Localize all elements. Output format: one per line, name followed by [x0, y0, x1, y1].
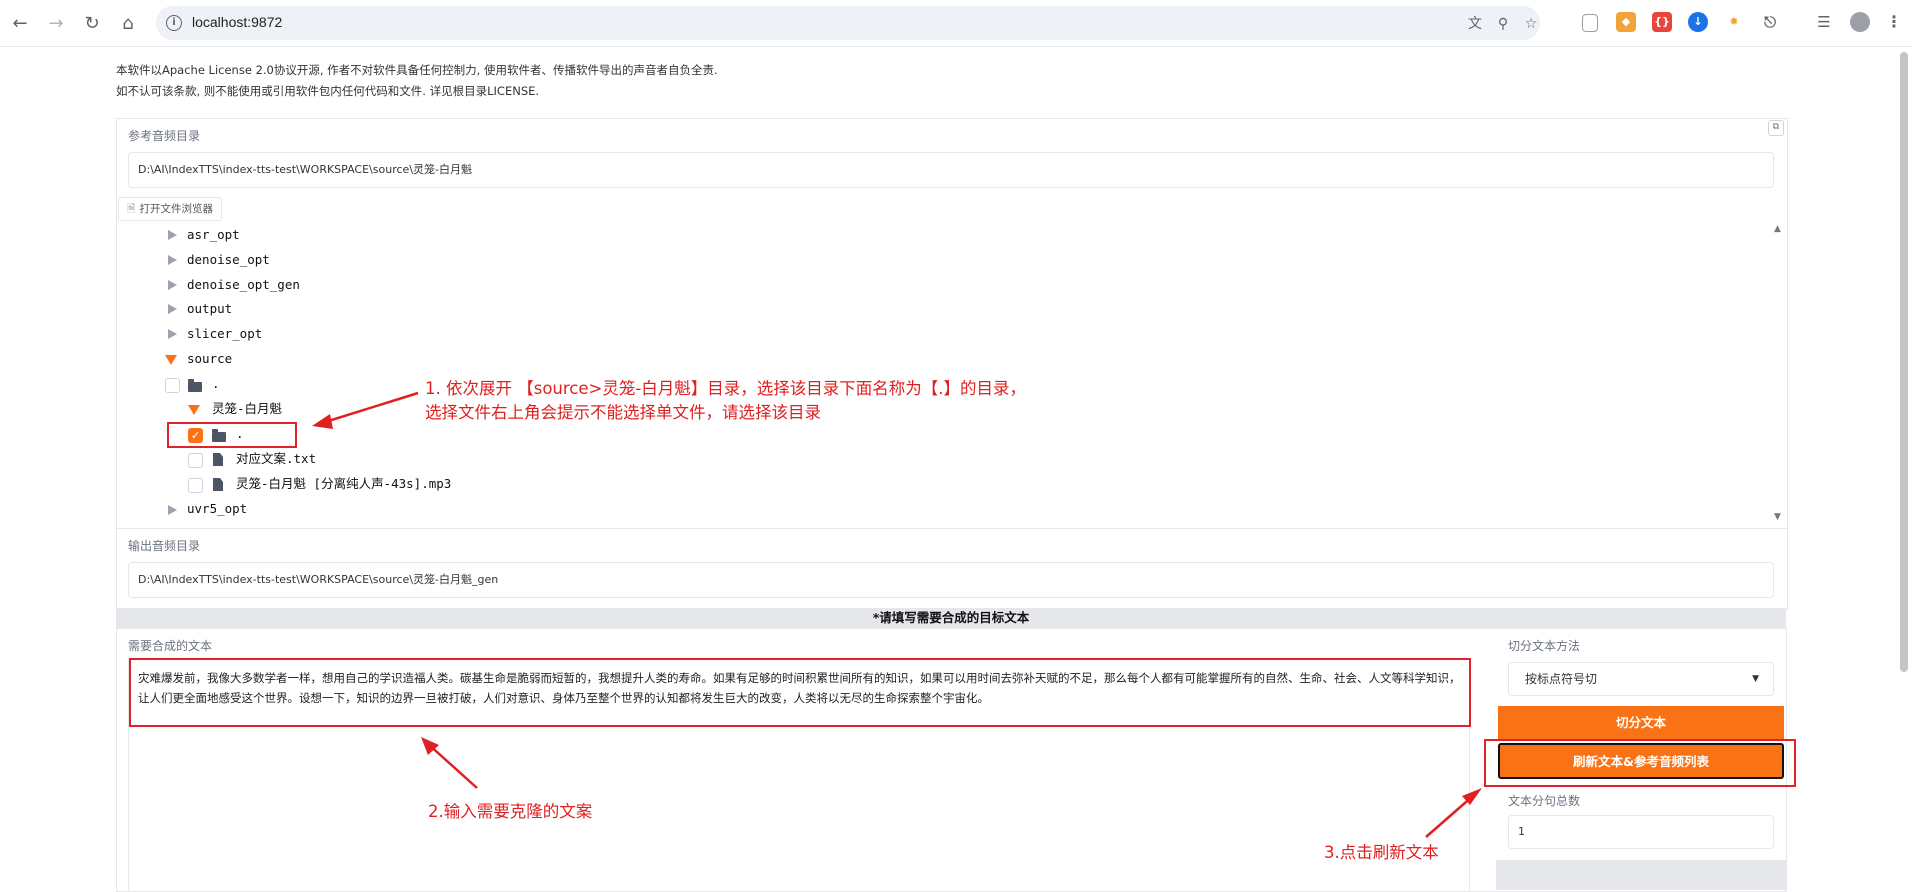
section-title: *请填写需要合成的目标文本: [116, 608, 1786, 628]
out-dir-input[interactable]: D:\AI\IndexTTS\index-tts-test\WORKSPACE\…: [128, 562, 1774, 598]
out-dir-label: 输出音频目录: [128, 539, 201, 553]
highlight-box: [129, 658, 1471, 727]
scroll-down-icon[interactable]: ▼: [1774, 512, 1781, 522]
ref-dir-label: 参考音频目录: [128, 129, 201, 143]
address-bar[interactable]: i localhost:9872 文 ⚲ ☆: [156, 6, 1540, 40]
checkbox[interactable]: [188, 478, 203, 493]
scroll-up-icon[interactable]: ▲: [1774, 224, 1781, 234]
folder-icon: [188, 379, 202, 392]
browser-toolbar: ← → ↻ ⌂ i localhost:9872 文 ⚲ ☆ ◆ {} ↓ ✸ …: [0, 0, 1912, 47]
extension-wand-icon[interactable]: ✸: [1724, 12, 1744, 32]
back-icon[interactable]: ←: [8, 11, 32, 35]
expand-arrow-icon[interactable]: [168, 255, 177, 265]
site-info-icon[interactable]: i: [166, 15, 182, 31]
annotation-3-text: 3.点击刷新文本: [1324, 843, 1439, 862]
open-file-browser-label: 打开文件浏览器: [139, 203, 213, 215]
extension-code-icon[interactable]: {}: [1652, 12, 1672, 32]
checkbox[interactable]: [165, 378, 180, 393]
split-method-label: 切分文本方法: [1508, 639, 1581, 653]
highlight-box: [1484, 739, 1796, 787]
file-icon: 🗎: [127, 203, 136, 215]
tree-item-output[interactable]: output: [187, 299, 232, 319]
tree-item-slicer-opt[interactable]: slicer_opt: [187, 324, 262, 344]
chevron-down-icon: ▼: [1752, 674, 1759, 684]
open-file-browser-button[interactable]: 🗎 打开文件浏览器: [118, 197, 222, 221]
annotation-arrow-3: [1425, 788, 1482, 838]
license-notice-line1: 本软件以Apache License 2.0协议开源, 作者不对软件具备任何控制…: [116, 63, 718, 77]
sentence-count-label: 文本分句总数: [1508, 794, 1581, 808]
split-method-select[interactable]: 按标点符号切 ▼: [1508, 662, 1774, 696]
tree-item-lingl-folder[interactable]: 灵笼-白月魁: [212, 399, 282, 419]
bookmark-star-icon[interactable]: ☆: [1522, 15, 1540, 33]
forward-icon[interactable]: →: [44, 11, 68, 35]
tree-item-denoise-opt-gen[interactable]: denoise_opt_gen: [187, 275, 300, 295]
annotation-1-line1: 1. 依次展开 【source>灵笼-白月魁】目录，选择该目录下面名称为【.】的…: [425, 379, 1027, 398]
expand-arrow-icon[interactable]: [168, 329, 177, 339]
ref-dir-input[interactable]: D:\AI\IndexTTS\index-tts-test\WORKSPACE\…: [128, 152, 1774, 188]
split-method-value: 按标点符号切: [1525, 672, 1598, 686]
expand-arrow-icon[interactable]: [168, 304, 177, 314]
home-icon[interactable]: ⌂: [116, 11, 140, 35]
text-input-label: 需要合成的文本: [128, 639, 213, 653]
license-notice-line2: 如不认可该条款, 则不能使用或引用软件包内任何代码和文件. 详见根目录LICEN…: [116, 84, 540, 98]
url-text: localhost:9872: [192, 14, 283, 30]
tree-item-uvr5-opt[interactable]: uvr5_opt: [187, 499, 247, 519]
annotation-2-text: 2.输入需要克隆的文案: [428, 802, 593, 821]
profile-avatar-icon[interactable]: [1850, 12, 1870, 32]
expand-arrow-icon[interactable]: [168, 230, 177, 240]
annotation-1-line2: 选择文件右上角会提示不能选择单文件，请选择该目录: [425, 403, 821, 422]
reload-icon[interactable]: ↻: [80, 11, 104, 35]
zoom-icon[interactable]: ⚲: [1494, 15, 1512, 33]
collapse-arrow-icon[interactable]: [165, 355, 177, 365]
highlight-box: [167, 422, 297, 448]
extension-download-icon[interactable]: ↓: [1688, 12, 1708, 32]
reading-list-icon[interactable]: [1582, 14, 1598, 32]
tree-item-asr-opt[interactable]: asr_opt: [187, 225, 240, 245]
tree-item-denoise-opt[interactable]: denoise_opt: [187, 250, 270, 270]
checkbox[interactable]: [188, 453, 203, 468]
collapse-arrow-icon[interactable]: [188, 405, 200, 415]
file-icon: [213, 453, 223, 466]
file-tree: asr_opt denoise_opt denoise_opt_gen outp…: [120, 222, 1784, 526]
tree-item-mp3-file[interactable]: 灵笼-白月魁 [分离纯人声-43s].mp3: [236, 474, 451, 494]
annotation-arrow-2: [421, 737, 478, 789]
tree-item-source-dot[interactable]: .: [212, 374, 220, 394]
sentence-count-input[interactable]: 1: [1508, 815, 1774, 849]
tree-item-source[interactable]: source: [187, 349, 232, 369]
media-controls-icon[interactable]: ☰: [1814, 12, 1834, 32]
split-text-button[interactable]: 切分文本: [1498, 706, 1784, 740]
translate-icon[interactable]: 文: [1466, 15, 1484, 33]
tree-item-txt-file[interactable]: 对应文案.txt: [236, 449, 316, 469]
right-panel-footer: [1496, 860, 1786, 890]
menu-kebab-icon[interactable]: ⋮: [1884, 12, 1904, 32]
page-scrollbar[interactable]: [1900, 52, 1908, 672]
extensions-puzzle-icon[interactable]: ⎋: [1760, 12, 1780, 32]
expand-arrow-icon[interactable]: [168, 280, 177, 290]
annotation-arrow-1: [312, 391, 419, 429]
expand-arrow-icon[interactable]: [168, 505, 177, 515]
file-icon: [213, 478, 223, 491]
copy-icon[interactable]: ⧉: [1768, 120, 1784, 136]
extension-shield-icon[interactable]: ◆: [1616, 12, 1636, 32]
